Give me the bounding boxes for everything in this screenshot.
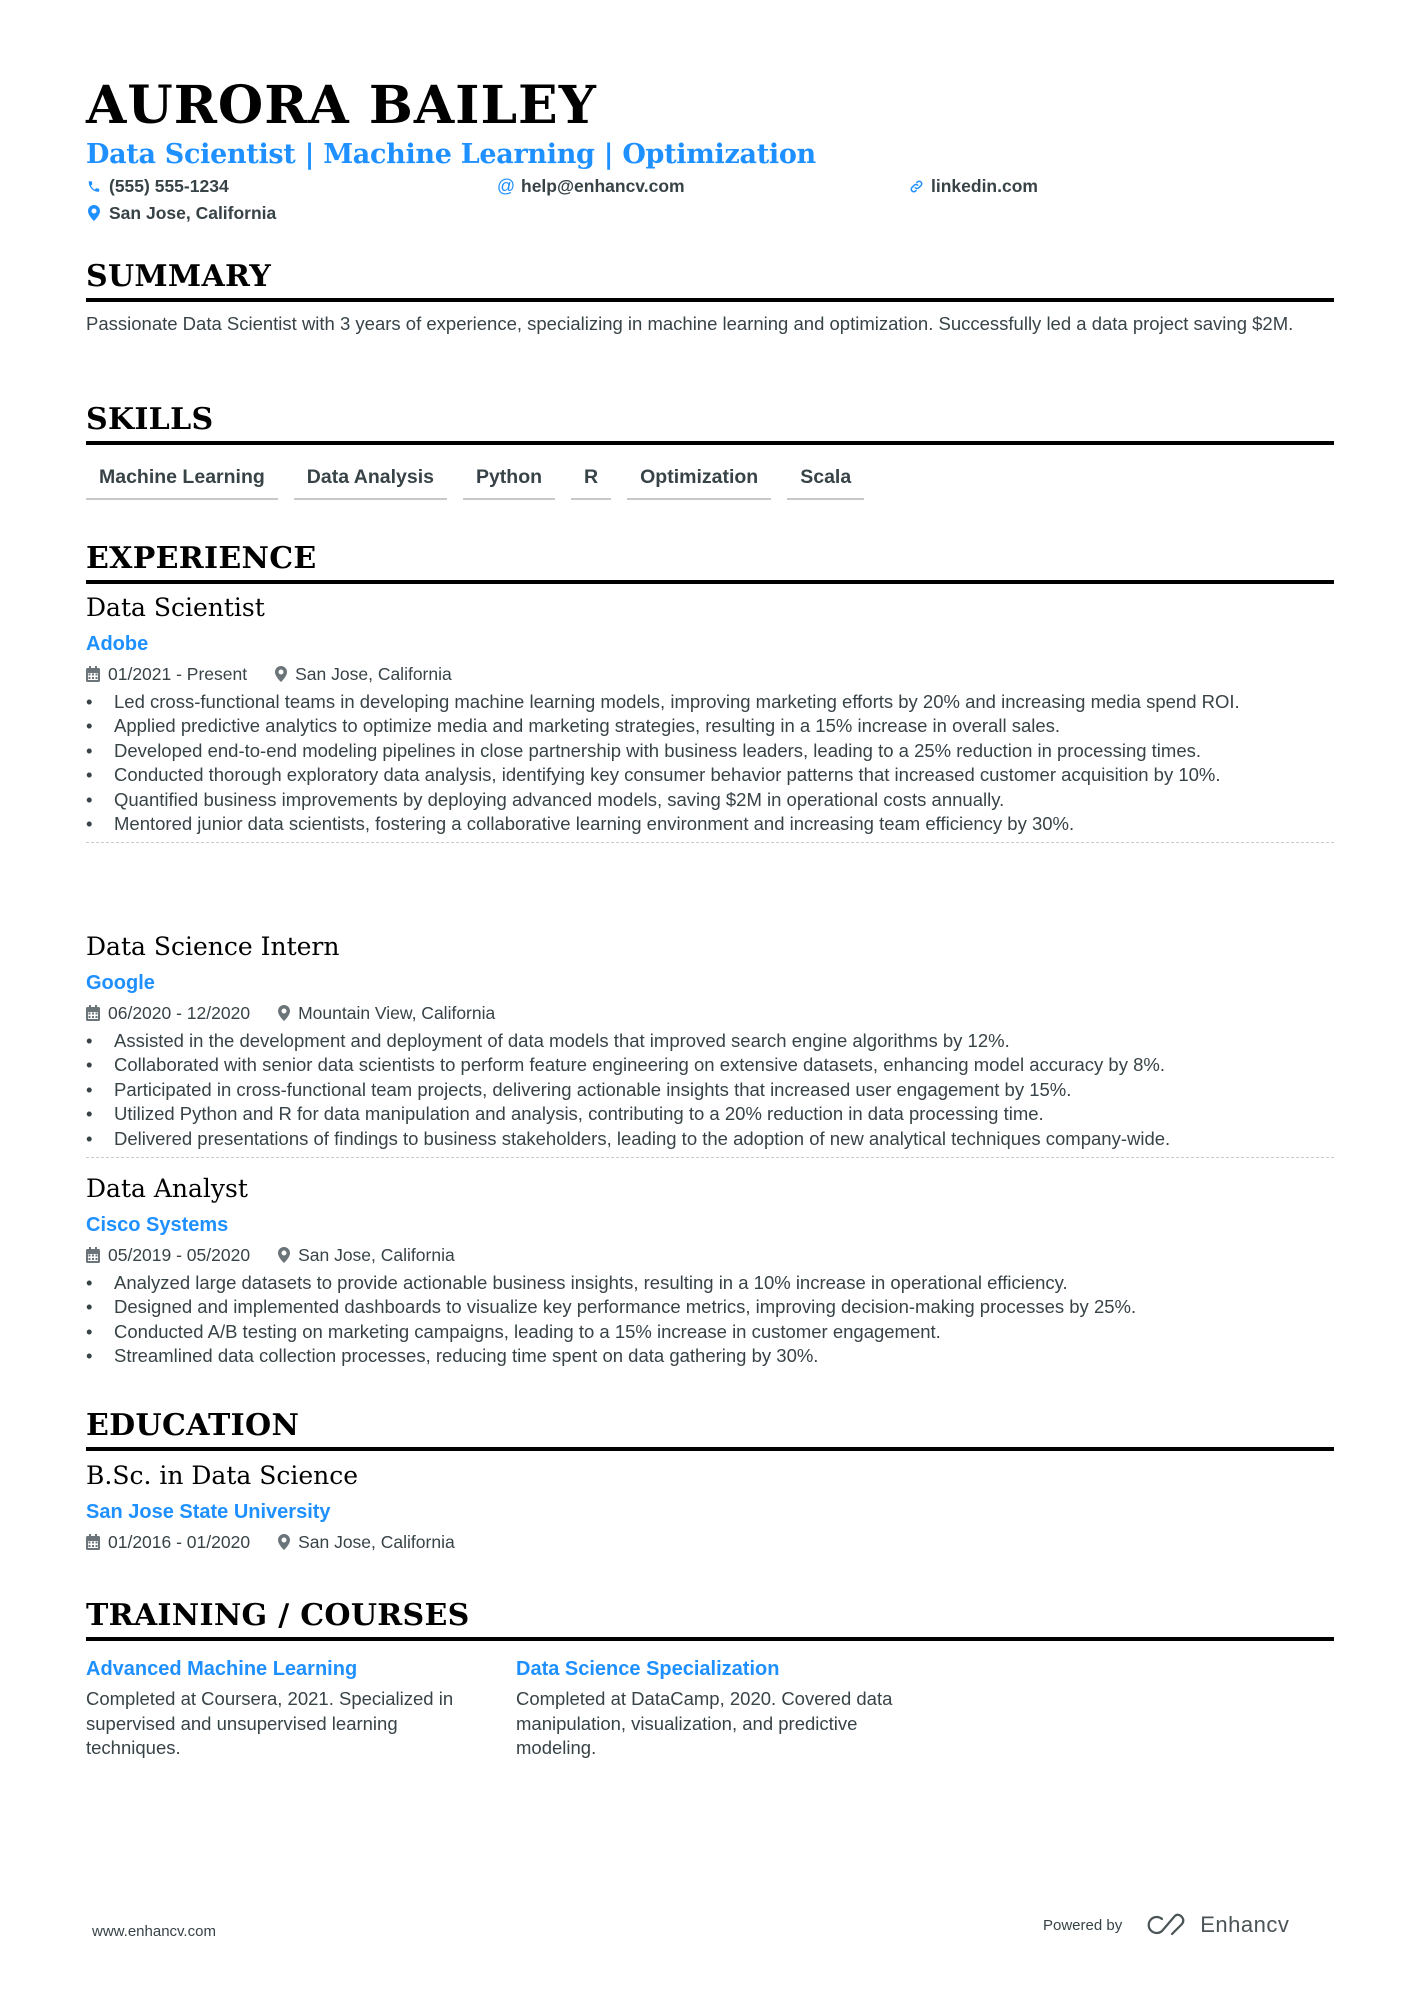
brand-name: Enhancv [1200,1912,1290,1937]
calendar-icon [86,1534,100,1550]
bullet-item: Delivered presentations of findings to b… [86,1127,1334,1152]
courses-list: Advanced Machine Learning Completed at C… [86,1655,946,1761]
job-title: Data Science Intern [86,932,340,961]
experience-item: Data Science Intern Google 06/2020 - 12/… [86,931,1334,1159]
powered-by-label: Powered by [1043,1916,1123,1934]
contact-phone: (555) 555-1234 [86,174,229,198]
job-location: San Jose, California [298,1245,455,1265]
bullet-item: Collaborated with senior data scientists… [86,1053,1334,1078]
map-pin-icon [278,1005,291,1021]
company-name: Cisco Systems [86,1214,229,1236]
job-location: San Jose, California [295,664,452,684]
bullet-item: Assisted in the development and deployme… [86,1029,1334,1054]
phone-icon [86,177,102,195]
experience-item: Data Analyst Cisco Systems 05/2019 - 05/… [86,1173,1334,1369]
course-title: Advanced Machine Learning [86,1658,358,1680]
course-item: Data Science Specialization Completed at… [516,1655,946,1761]
course-item: Advanced Machine Learning Completed at C… [86,1655,516,1761]
bullet-item: Led cross-functional teams in developing… [86,690,1334,715]
job-location: Mountain View, California [298,1003,496,1023]
footer-branding: Powered by Enhancv [1043,1912,1289,1938]
map-pin-icon [86,204,102,222]
section-title-experience: EXPERIENCE [86,540,1334,584]
summary-text: Passionate Data Scientist with 3 years o… [86,313,1294,334]
experience-item: Data Scientist Adobe 01/2021 - Present S… [86,592,1334,844]
skill-tag: Scala [787,461,865,500]
skill-tag: Machine Learning [86,461,278,500]
candidate-headline: Data Scientist | Machine Learning | Opti… [86,139,816,170]
contact-email[interactable]: @ help@enhancv.com [496,174,685,198]
candidate-name: AURORA BAILEY [86,75,597,136]
job-bullets: Assisted in the development and deployme… [86,1029,1334,1151]
education-dates: 01/2016 - 01/2020 [108,1532,251,1552]
at-icon: @ [496,176,516,196]
section-title-summary: SUMMARY [86,258,1334,302]
bullet-item: Quantified business improvements by depl… [86,788,1334,813]
phone-text: (555) 555-1234 [109,176,229,196]
job-bullets: Led cross-functional teams in developing… [86,690,1334,837]
company-name: Google [86,972,155,994]
bullet-item: Analyzed large datasets to provide actio… [86,1271,1334,1296]
section-title-education: EDUCATION [86,1407,1334,1451]
bullet-item: Applied predictive analytics to optimize… [86,714,1334,739]
contact-location: San Jose, California [86,201,276,225]
calendar-icon [86,1247,100,1263]
item-divider [86,842,1334,844]
link-icon [908,177,924,195]
company-name: Adobe [86,633,149,655]
section-title-training: TRAINING / COURSES [86,1597,1334,1641]
enhancv-logo-icon [1147,1913,1185,1936]
map-pin-icon [278,1247,291,1263]
bullet-item: Streamlined data collection processes, r… [86,1344,1334,1369]
calendar-icon [86,666,100,682]
calendar-icon [86,1005,100,1021]
footer-website[interactable]: www.enhancv.com [92,1923,216,1940]
job-dates: 06/2020 - 12/2020 [108,1003,251,1023]
skill-tag: Data Analysis [293,461,447,500]
bullet-item: Developed end-to-end modeling pipelines … [86,739,1334,764]
job-meta: 05/2019 - 05/2020 San Jose, California [86,1243,1334,1267]
bullet-item: Mentored junior data scientists, fosteri… [86,812,1334,837]
bullet-item: Conducted A/B testing on marketing campa… [86,1320,1334,1345]
bullet-item: Conducted thorough exploratory data anal… [86,763,1334,788]
map-pin-icon [278,1534,291,1550]
course-description: Completed at DataCamp, 2020. Covered dat… [516,1688,893,1758]
job-meta: 06/2020 - 12/2020 Mountain View, Califor… [86,1001,1334,1025]
education-meta: 01/2016 - 01/2020 San Jose, California [86,1530,1334,1554]
bullet-item: Designed and implemented dashboards to v… [86,1295,1334,1320]
education-item: B.Sc. in Data Science San Jose State Uni… [86,1460,1334,1554]
linkedin-text[interactable]: linkedin.com [931,174,1038,198]
skill-tag: Optimization [627,461,772,500]
job-dates: 01/2021 - Present [108,664,248,684]
job-bullets: Analyzed large datasets to provide actio… [86,1271,1334,1369]
bullet-item: Participated in cross-functional team pr… [86,1078,1334,1103]
job-title: Data Analyst [86,1174,248,1203]
job-meta: 01/2021 - Present San Jose, California [86,662,1334,686]
skill-tag: R [571,461,612,500]
item-divider [86,1157,1334,1159]
school-name: San Jose State University [86,1501,331,1523]
skill-tag: Python [462,461,556,500]
course-description: Completed at Coursera, 2021. Specialized… [86,1688,454,1758]
location-text: San Jose, California [109,203,277,223]
section-title-skills: SKILLS [86,401,1334,445]
brand-logo[interactable]: Enhancv [1144,1912,1289,1938]
degree-title: B.Sc. in Data Science [86,1461,359,1490]
job-title: Data Scientist [86,593,265,622]
bullet-item: Utilized Python and R for data manipulat… [86,1102,1334,1127]
skills-list: Machine Learning Data Analysis Python R … [86,461,865,500]
map-pin-icon [275,666,288,682]
job-dates: 05/2019 - 05/2020 [108,1245,251,1265]
course-title: Data Science Specialization [516,1658,780,1680]
contact-linkedin[interactable]: linkedin.com [908,174,1038,198]
email-text[interactable]: help@enhancv.com [521,174,685,198]
education-location: San Jose, California [298,1532,455,1552]
